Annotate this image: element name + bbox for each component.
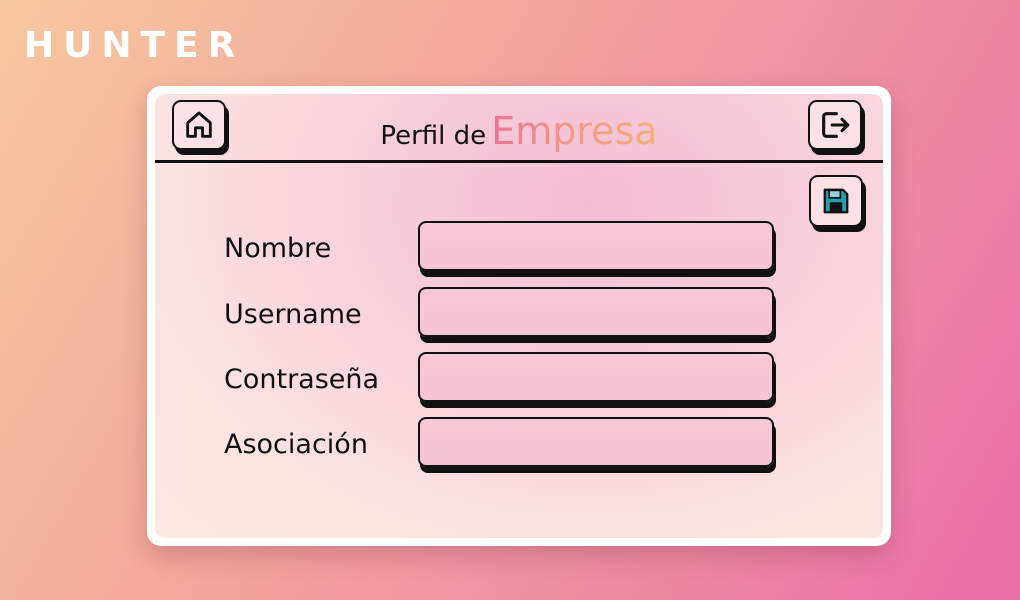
password-label: Contraseña	[224, 364, 380, 395]
page-title-accent: Empresa	[491, 109, 658, 153]
save-icon	[821, 186, 851, 216]
nombre-input[interactable]	[418, 221, 774, 271]
nombre-label: Nombre	[224, 233, 332, 264]
username-label: Username	[224, 299, 362, 330]
logout-icon	[818, 108, 852, 142]
logout-button[interactable]	[808, 100, 862, 150]
page-title-prefix: Perfil de	[380, 121, 487, 151]
asociacion-label: Asociación	[224, 429, 368, 460]
profile-window: Perfil de Empresa Nombre Username Contra…	[147, 86, 891, 546]
asociacion-input[interactable]	[418, 417, 774, 467]
username-input[interactable]	[418, 287, 774, 337]
header-divider	[155, 160, 883, 163]
brand-logo: HUNTER	[24, 25, 245, 66]
password-input[interactable]	[418, 352, 774, 402]
profile-panel: Perfil de Empresa Nombre Username Contra…	[155, 94, 883, 538]
page-title: Perfil de Empresa	[155, 112, 883, 150]
save-button[interactable]	[809, 175, 863, 227]
